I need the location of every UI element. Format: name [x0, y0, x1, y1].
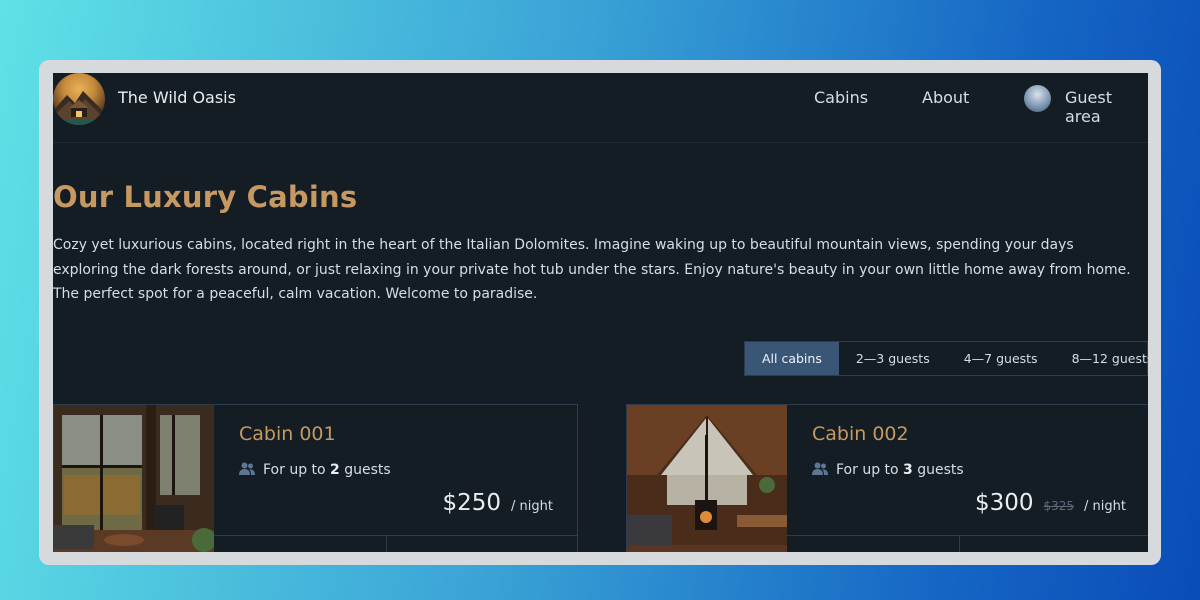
capacity-prefix: For up to: [263, 462, 326, 478]
cabin-price: $300: [974, 490, 1034, 516]
cabin-card: Cabin 002 For up to 3 guests $300 $325 /…: [626, 404, 1148, 552]
cabin-old-price: $325: [1043, 499, 1075, 513]
brand-name[interactable]: The Wild Oasis: [118, 88, 236, 107]
price-row: $300 $325 / night: [975, 490, 1126, 516]
people-icon: [812, 462, 828, 475]
avatar-icon[interactable]: [1024, 85, 1051, 112]
app-viewport: The Wild Oasis Cabins About Guest area O…: [53, 73, 1148, 552]
cabin-capacity: For up to 3 guests: [812, 462, 964, 478]
cabin-image: [627, 405, 787, 552]
intro-text: Cozy yet luxurious cabins, located right…: [53, 237, 1131, 302]
filter-all-cabins[interactable]: All cabins: [745, 342, 839, 375]
capacity-suffix: guests: [917, 462, 964, 478]
per-night-label: / night: [511, 499, 553, 514]
cabin-card: Cabin 001 For up to 2 guests $250 / nigh…: [53, 404, 578, 552]
cabin-name: Cabin 001: [239, 423, 336, 445]
footer-divider: [386, 536, 387, 552]
capacity-number: 2: [330, 462, 340, 478]
nav-cabins-link[interactable]: Cabins: [814, 88, 868, 107]
nav-about-link[interactable]: About: [922, 88, 969, 107]
per-night-label: / night: [1084, 499, 1126, 514]
capacity-filter: All cabins 2—3 guests 4—7 guests 8—12 gu…: [744, 341, 1148, 376]
footer-divider: [959, 536, 960, 552]
price-row: $250 / night: [443, 490, 554, 516]
cabin-price: $250: [442, 490, 502, 516]
page-title: Our Luxury Cabins: [53, 180, 358, 214]
logo-icon[interactable]: [53, 73, 105, 125]
cabin-capacity: For up to 2 guests: [239, 462, 391, 478]
nav-guest-area-link[interactable]: Guest area: [1065, 88, 1148, 126]
site-header: The Wild Oasis Cabins About Guest area: [53, 73, 1148, 143]
people-icon: [239, 462, 255, 475]
filter-8-12-guests[interactable]: 8—12 guests: [1055, 342, 1148, 375]
capacity-prefix: For up to: [836, 462, 899, 478]
cabin-name: Cabin 002: [812, 423, 909, 445]
capacity-suffix: guests: [344, 462, 391, 478]
cabin-image: [54, 405, 214, 552]
card-footer: [787, 535, 1148, 552]
filter-2-3-guests[interactable]: 2—3 guests: [839, 342, 947, 375]
filter-4-7-guests[interactable]: 4—7 guests: [947, 342, 1055, 375]
capacity-number: 3: [903, 462, 913, 478]
card-footer: [214, 535, 578, 552]
